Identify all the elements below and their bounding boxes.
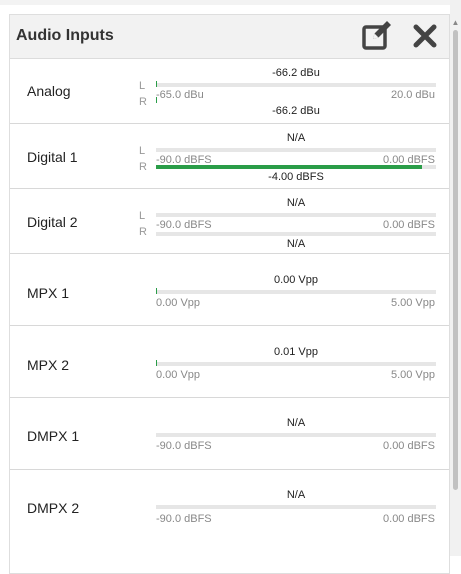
level-value: 0.01 Vpp <box>273 346 319 358</box>
input-row-mpx-1: MPX 1 0.00 Vpp 0.00 Vpp 5.00 Vpp <box>10 254 449 326</box>
scale-max: 5.00 Vpp <box>390 297 435 309</box>
meter-track-left <box>156 148 436 152</box>
scale-min: 0.00 Vpp <box>156 369 201 381</box>
level-value-bottom: -66.2 dBu <box>272 105 320 117</box>
channel-right-label: R <box>139 226 147 238</box>
scale-max: 0.00 dBFS <box>383 440 435 452</box>
top-edge <box>0 0 461 5</box>
meter-track <box>156 433 436 437</box>
panel-title: Audio Inputs <box>16 27 114 44</box>
meter-track <box>156 360 436 366</box>
level-value-top: -66.2 dBu <box>272 67 320 79</box>
meter-level-right <box>156 97 157 103</box>
scale-max: 0.00 dBFS <box>383 513 435 525</box>
input-row-digital-2: Digital 2 N/A L -90.0 dBFS 0.00 dBFS R N… <box>10 189 449 254</box>
meter-track-right <box>156 232 436 236</box>
scale-max: 0.00 dBFS <box>383 219 435 231</box>
scale-min: -90.0 dBFS <box>156 513 212 525</box>
input-label: MPX 2 <box>27 357 70 373</box>
input-label: Analog <box>27 83 71 99</box>
meter-level <box>156 360 157 366</box>
scroll-up-arrow[interactable]: ▲ <box>451 18 460 27</box>
input-row-dmpx-1: DMPX 1 N/A -90.0 dBFS 0.00 dBFS <box>10 398 449 470</box>
meter-level-right <box>156 165 422 169</box>
channel-right-label: R <box>139 161 147 173</box>
level-value-top: N/A <box>286 197 306 209</box>
meter-level <box>156 288 157 294</box>
edit-icon[interactable] <box>361 19 393 51</box>
level-value: N/A <box>286 417 306 429</box>
channel-left-label: L <box>139 210 146 222</box>
scale-min: -90.0 dBFS <box>156 219 212 231</box>
panel-header: Audio Inputs <box>10 15 449 59</box>
level-value: 0.00 Vpp <box>273 274 319 286</box>
meter-track <box>156 505 436 509</box>
input-row-digital-1: Digital 1 N/A L -90.0 dBFS 0.00 dBFS R -… <box>10 124 449 189</box>
input-label: Digital 2 <box>27 214 78 230</box>
channel-left-label: L <box>139 145 146 157</box>
meter-track-right <box>156 165 436 169</box>
input-row-mpx-2: MPX 2 0.01 Vpp 0.00 Vpp 5.00 Vpp <box>10 326 449 398</box>
input-row-dmpx-2: DMPX 2 N/A -90.0 dBFS 0.00 dBFS <box>10 470 449 542</box>
scale-max: 5.00 Vpp <box>390 369 435 381</box>
close-icon[interactable] <box>412 23 438 49</box>
input-row-analog: Analog -66.2 dBu L -65.0 dBu 20.0 dBu R … <box>10 59 449 124</box>
meter-track <box>156 288 436 294</box>
level-value-bottom: N/A <box>286 238 306 250</box>
input-label: DMPX 2 <box>27 500 80 516</box>
level-value: N/A <box>286 489 306 501</box>
meter-track-right <box>156 97 436 103</box>
scrollbar-thumb[interactable] <box>453 30 458 490</box>
level-value-bottom: -4.00 dBFS <box>268 171 324 183</box>
input-label: Digital 1 <box>27 149 78 165</box>
level-value-top: N/A <box>286 132 306 144</box>
scale-min: 0.00 Vpp <box>156 297 201 309</box>
meter-track-left <box>156 213 436 217</box>
audio-inputs-panel: Audio Inputs Analog -66.2 dBu L -65.0 dB… <box>9 14 450 574</box>
input-label: DMPX 1 <box>27 428 80 444</box>
channel-right-label: R <box>139 96 147 108</box>
input-label: MPX 1 <box>27 285 70 301</box>
scale-min: -90.0 dBFS <box>156 440 212 452</box>
meter-level-left <box>156 81 157 87</box>
channel-left-label: L <box>139 80 146 92</box>
meter-track-left <box>156 81 436 87</box>
